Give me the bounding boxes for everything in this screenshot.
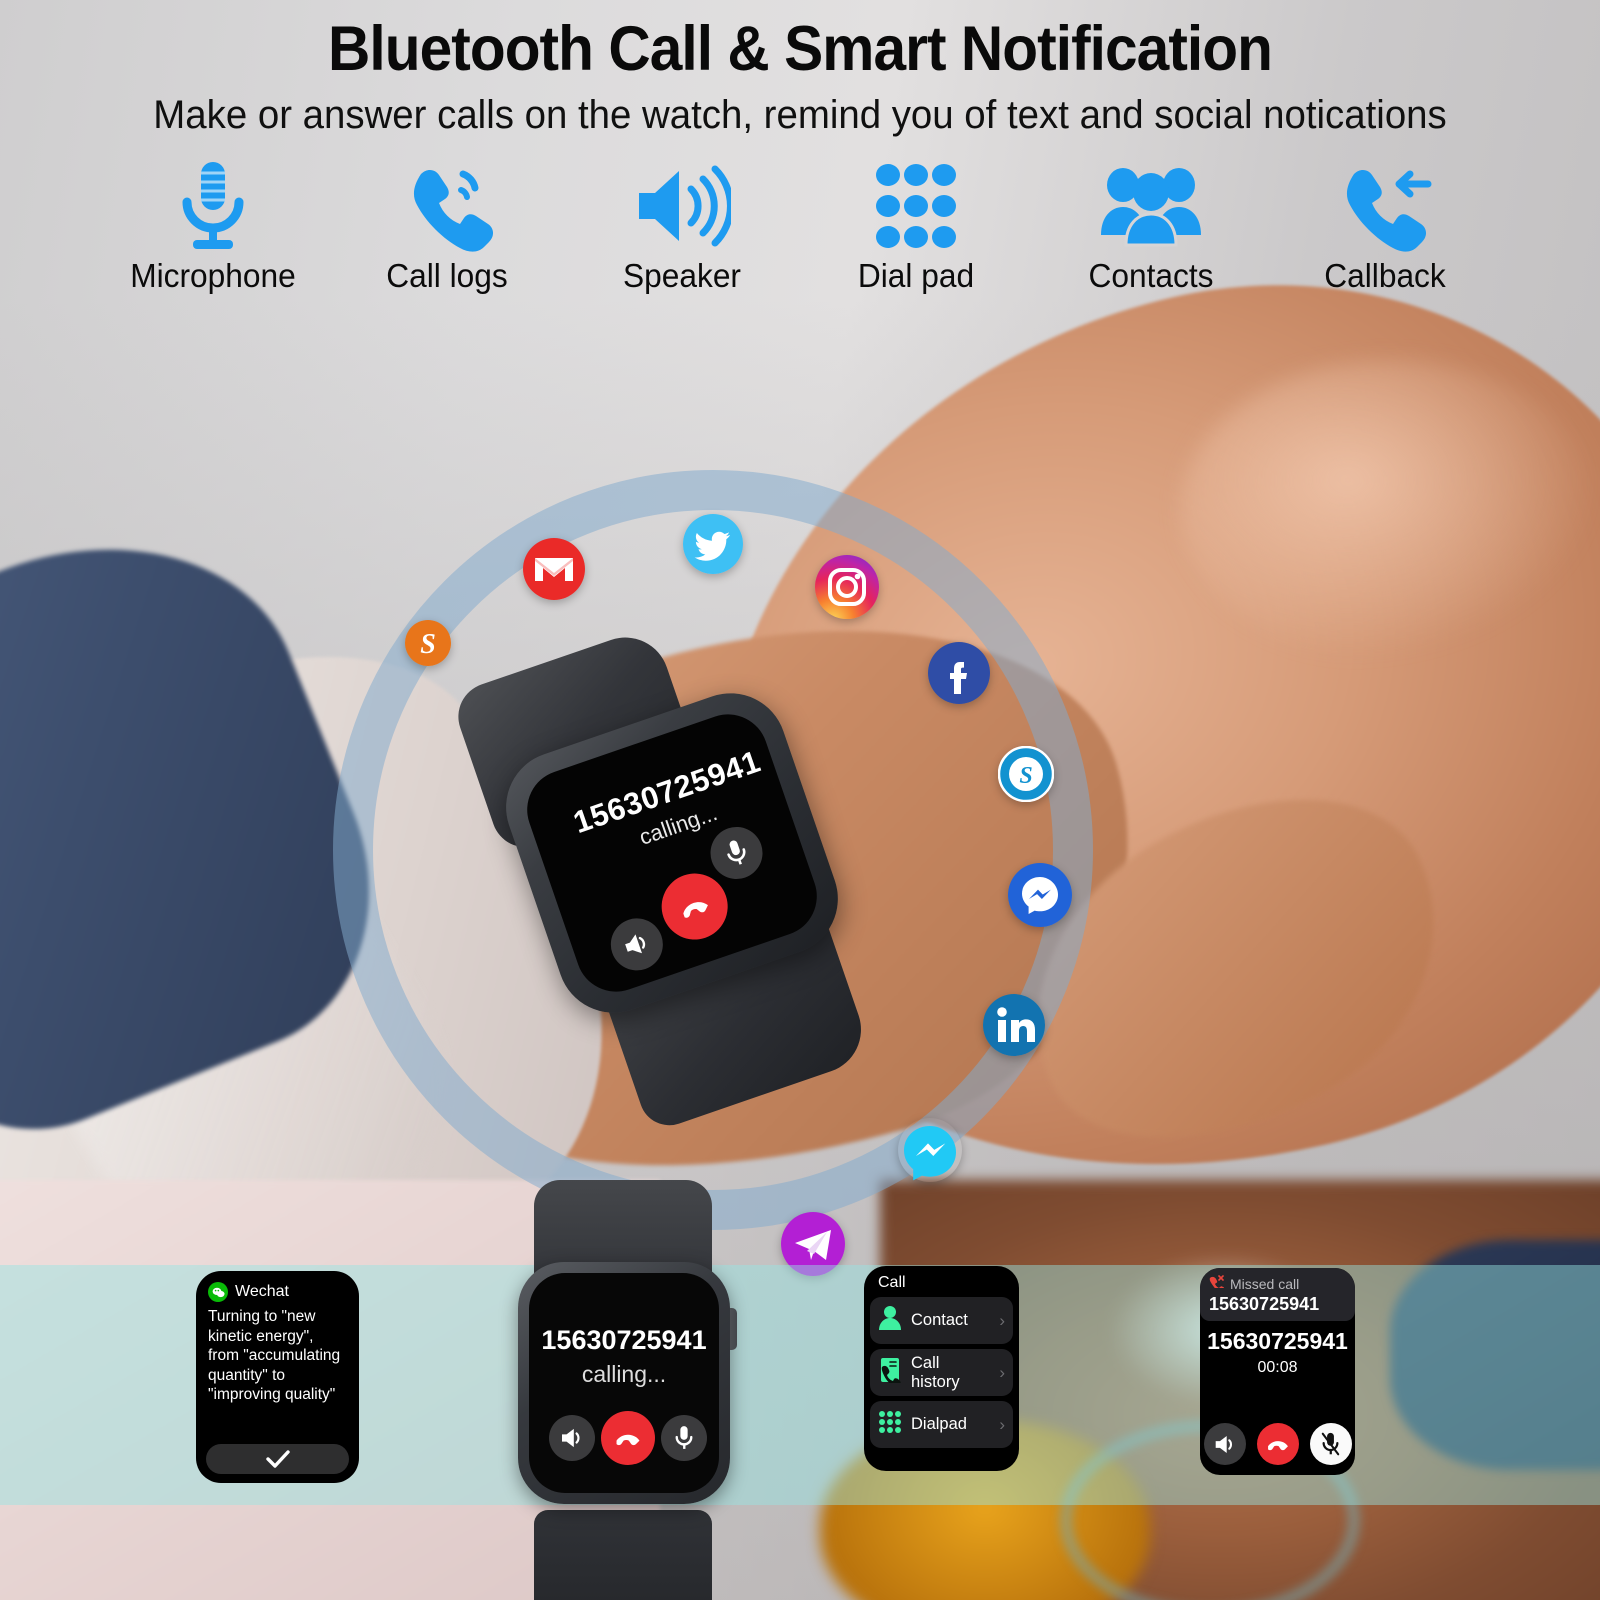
mic-muted-button[interactable] (1309, 1423, 1352, 1465)
chevron-right-icon: › (999, 1362, 1005, 1382)
feature-dial-pad: Dial pad (821, 159, 1011, 295)
chevron-right-icon: › (999, 1310, 1005, 1330)
mute-mic-button[interactable] (661, 1415, 707, 1461)
phone-hangup-icon (683, 902, 708, 918)
call-history-icon (878, 1357, 902, 1388)
feature-callback: Callback (1290, 159, 1480, 295)
feature-label: Contacts (1088, 256, 1214, 294)
chevron-right-icon: › (999, 1414, 1005, 1434)
missed-call-button-row (1200, 1423, 1355, 1465)
svg-text:S: S (1019, 763, 1032, 789)
check-icon (265, 1450, 290, 1468)
notification-app-name: Wechat (235, 1283, 289, 1300)
feature-contacts: Contacts (1056, 159, 1246, 295)
end-call-button[interactable] (601, 1411, 655, 1465)
notification-confirm-button[interactable] (206, 1444, 349, 1474)
linkedin-icon (983, 994, 1045, 1056)
call-menu-item-label: Dialpad (911, 1415, 967, 1433)
smartwatch-on-wrist: 15630725941 calling... (449, 625, 873, 1134)
feature-call-logs: Call logs (352, 159, 542, 295)
wechat-notification-card: Wechat Turning to "new kinetic energy", … (196, 1271, 359, 1483)
header-section: Bluetooth Call & Smart Notification Make… (0, 0, 1600, 295)
speaker-button[interactable] (603, 911, 670, 978)
end-call-button[interactable] (652, 864, 737, 949)
messenger-dark-icon (1008, 863, 1072, 927)
watch-band-bottom (534, 1510, 712, 1600)
feature-label: Microphone (130, 256, 296, 294)
missed-call-banner-number: 15630725941 (1209, 1294, 1320, 1314)
missed-call-card: Missed call 15630725941 15630725941 00:0… (1200, 1268, 1355, 1475)
microphone-icon (727, 840, 746, 865)
wechat-icon (208, 1282, 228, 1302)
missed-call-label: Missed call (1230, 1276, 1300, 1292)
missed-call-icon (1209, 1275, 1226, 1293)
messenger-light-icon (898, 1118, 962, 1182)
mute-mic-button[interactable] (703, 819, 770, 887)
feature-label: Callback (1324, 256, 1446, 294)
speaker-icon (1215, 1435, 1232, 1453)
microphone-muted-icon (1321, 1432, 1340, 1456)
watch-case: 15630725941 calling... (518, 1262, 730, 1504)
phone-hangup-icon (1267, 1441, 1288, 1451)
instagram-icon (815, 555, 879, 619)
call-menu-item-label: Contact (911, 1311, 968, 1329)
call-menu-title: Call (878, 1274, 906, 1291)
microphone-icon (675, 1426, 693, 1449)
smartwatch-calling-screen: 15630725941 calling... (508, 1180, 768, 1600)
feature-icon-row: Microphone Call logs Speaker Dial pad Co… (0, 137, 1600, 295)
call-menu-item-call-history[interactable]: Call history › (870, 1349, 1013, 1396)
page-subtitle: Make or answer calls on the watch, remin… (153, 92, 1447, 137)
page-title: Bluetooth Call & Smart Notification (328, 14, 1273, 84)
skype-blue-icon: S (998, 746, 1054, 802)
call-status-text: calling... (581, 1361, 667, 1387)
call-menu-item-dialpad[interactable]: Dialpad › (870, 1401, 1013, 1448)
phone-hangup-icon (616, 1434, 640, 1446)
phone-ring-icon (352, 159, 542, 253)
speaker-icon (625, 934, 646, 954)
facebook-icon (928, 642, 990, 704)
knuckle-highlight (1180, 360, 1600, 660)
missed-call-banner: Missed call 15630725941 (1200, 1268, 1355, 1321)
gmail-icon (523, 538, 585, 600)
call-menu-item-label: Call history (911, 1353, 960, 1391)
skype-orange-icon: S (405, 620, 451, 666)
svg-text:S: S (420, 629, 436, 660)
person-icon (878, 1305, 902, 1336)
speaker-icon (587, 159, 777, 253)
call-phone-number: 15630725941 (541, 1325, 707, 1355)
call-menu-item-contact[interactable]: Contact › (870, 1297, 1013, 1344)
notification-header: Wechat (208, 1282, 347, 1302)
microphone-icon (118, 159, 308, 253)
missed-call-header: Missed call (1209, 1275, 1346, 1293)
call-duration: 00:08 (1257, 1359, 1298, 1376)
feature-label: Speaker (622, 256, 741, 294)
notification-message: Turning to "new kinetic energy", from "a… (208, 1308, 341, 1404)
end-call-button[interactable] (1256, 1423, 1299, 1465)
speaker-button[interactable] (549, 1415, 595, 1461)
call-menu-card: Call Contact › Call history › Dialpad › (864, 1266, 1019, 1471)
dialpad-icon (878, 1410, 902, 1439)
phone-callback-icon (1290, 159, 1480, 253)
twitter-icon (683, 514, 743, 574)
call-phone-number: 15630725941 (1207, 1328, 1348, 1354)
feature-label: Dial pad (858, 256, 975, 294)
dialpad-icon (821, 159, 1011, 253)
feature-speaker: Speaker (587, 159, 777, 295)
speaker-button[interactable] (1203, 1423, 1246, 1465)
watch-screen-calling: 15630725941 calling... (529, 1273, 719, 1493)
feature-microphone: Microphone (118, 159, 308, 295)
speaker-icon (562, 1428, 580, 1448)
watch-screen-calling: 15630725941 calling... (516, 703, 828, 1003)
contacts-icon (1056, 159, 1246, 253)
feature-label: Call logs (386, 256, 509, 294)
